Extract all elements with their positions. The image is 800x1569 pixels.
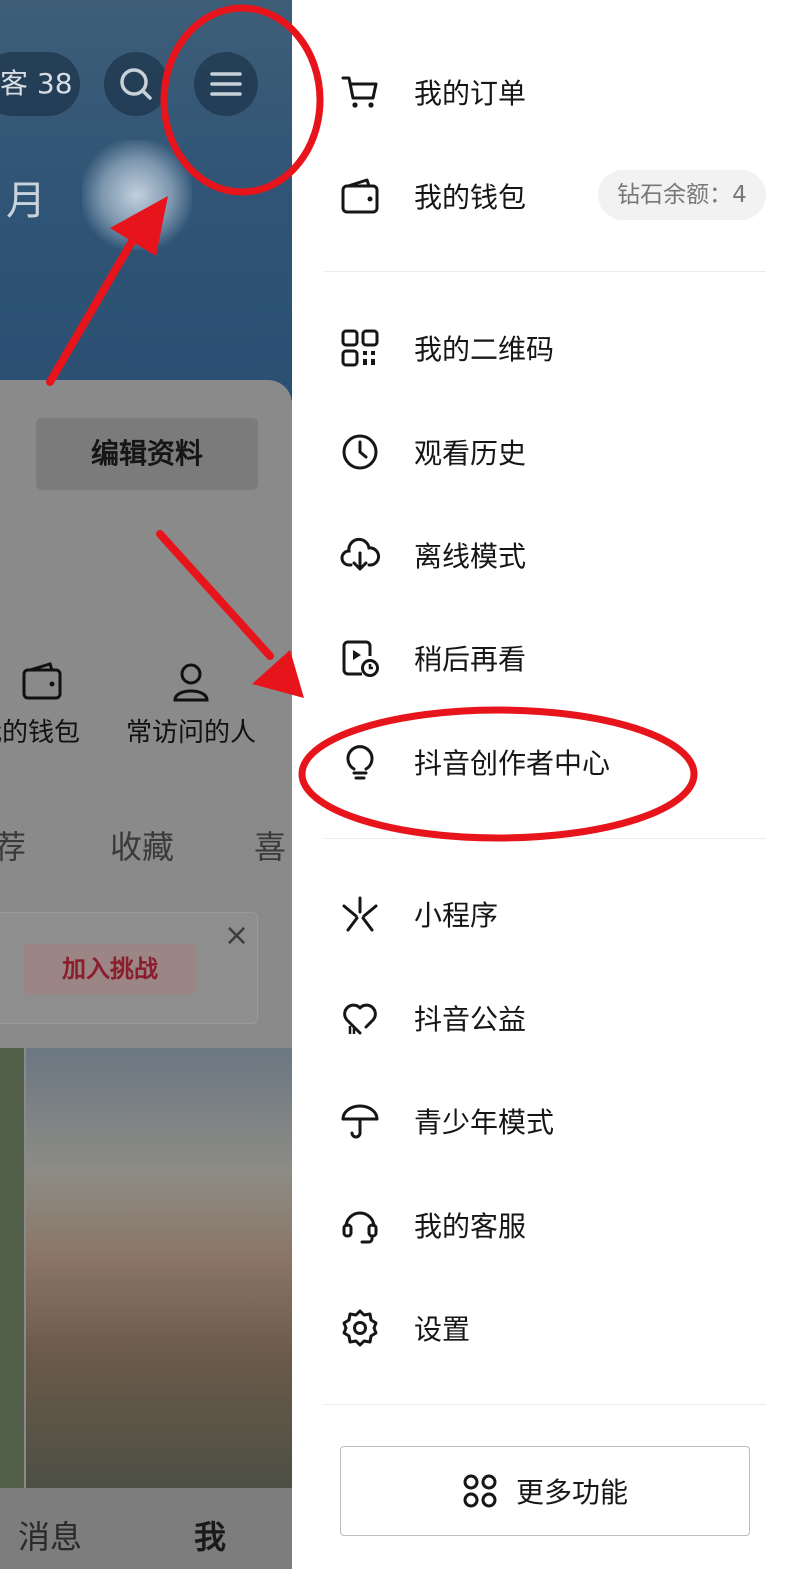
menu-item-settings[interactable]: 设置 [340, 1298, 780, 1358]
menu-button[interactable] [194, 52, 258, 116]
wallet-icon [340, 176, 380, 216]
blurred-username [82, 140, 192, 250]
close-icon[interactable]: × [224, 918, 249, 953]
menu-item-watch-later[interactable]: 稍后再看 [340, 628, 780, 688]
tab-recommended[interactable]: 荐 [0, 822, 26, 868]
menu-item-customer-service[interactable]: 我的客服 [340, 1195, 780, 1255]
diamond-balance-badge: 钻石余额：4 [598, 170, 766, 220]
menu-item-orders[interactable]: 我的订单 [340, 62, 780, 122]
shortcut-frequent-visitors[interactable]: 常访问的人 [126, 660, 256, 749]
edit-profile-button[interactable]: 编辑资料 [36, 418, 258, 490]
shortcut-wallet-label: 我的钱包 [0, 718, 81, 748]
wallet-icon [22, 662, 62, 700]
headset-icon [340, 1205, 380, 1245]
search-icon [120, 68, 152, 100]
video-thumbnail[interactable] [0, 1048, 24, 1488]
menu-item-watch-history[interactable]: 观看历史 [340, 422, 780, 482]
charity-heart-icon [340, 998, 380, 1038]
cart-icon [340, 72, 380, 112]
watch-later-icon [340, 638, 380, 678]
nav-me[interactable]: 我 [194, 1512, 226, 1558]
cloud-download-icon [340, 535, 380, 575]
video-thumbnail[interactable] [26, 1048, 292, 1488]
shortcut-frequent-label: 常访问的人 [126, 718, 257, 748]
menu-item-charity[interactable]: 抖音公益 [340, 988, 780, 1048]
nav-messages[interactable]: 消息 [18, 1512, 82, 1558]
menu-item-label: 抖音创作者中心 [414, 747, 611, 780]
menu-item-label: 抖音公益 [414, 1003, 527, 1036]
video-grid [0, 1048, 292, 1488]
menu-item-label: 我的订单 [414, 77, 527, 110]
menu-item-qrcode[interactable]: 我的二维码 [340, 318, 780, 378]
section-divider [324, 271, 766, 272]
tab-likes[interactable]: 喜 [254, 822, 286, 868]
person-icon [173, 663, 209, 702]
menu-item-label: 我的钱包 [414, 181, 527, 214]
dimmed-profile-page[interactable]: 客 38 月 编辑资料 我的钱包 常访问的人 荐 收藏 喜 加入挑战 [0, 0, 292, 1569]
shortcut-wallet[interactable]: 我的钱包 [0, 660, 80, 749]
menu-item-creator-center[interactable]: 抖音创作者中心 [340, 732, 780, 792]
menu-item-label: 我的客服 [414, 1210, 527, 1243]
menu-item-label: 小程序 [414, 899, 499, 932]
section-divider [324, 1404, 766, 1405]
menu-item-mini-programs[interactable]: 小程序 [340, 884, 780, 944]
menu-item-teen-mode[interactable]: 青少年模式 [340, 1091, 780, 1151]
clock-icon [340, 432, 380, 472]
grid-icon [462, 1473, 498, 1509]
hamburger-icon [210, 72, 242, 96]
mini-program-icon [340, 894, 380, 934]
visitor-count-pill[interactable]: 客 38 [0, 52, 80, 116]
menu-item-offline-mode[interactable]: 离线模式 [340, 525, 780, 585]
search-button[interactable] [104, 52, 168, 116]
menu-item-label: 青少年模式 [414, 1106, 555, 1139]
qrcode-icon [340, 328, 380, 368]
umbrella-icon [340, 1101, 380, 1141]
menu-item-label: 观看历史 [414, 437, 527, 470]
menu-item-label: 我的二维码 [414, 333, 555, 366]
gear-icon [340, 1308, 380, 1348]
tab-favorites[interactable]: 收藏 [110, 822, 174, 868]
lightbulb-icon [340, 742, 380, 782]
join-challenge-button[interactable]: 加入挑战 [24, 944, 196, 994]
section-divider [324, 838, 766, 839]
menu-item-label: 稍后再看 [414, 643, 527, 676]
more-features-label: 更多功能 [515, 1476, 628, 1509]
menu-item-label: 离线模式 [414, 540, 527, 573]
cover-partial-text: 月 [6, 178, 46, 224]
more-features-button[interactable]: 更多功能 [340, 1446, 750, 1536]
menu-item-label: 设置 [414, 1313, 471, 1346]
